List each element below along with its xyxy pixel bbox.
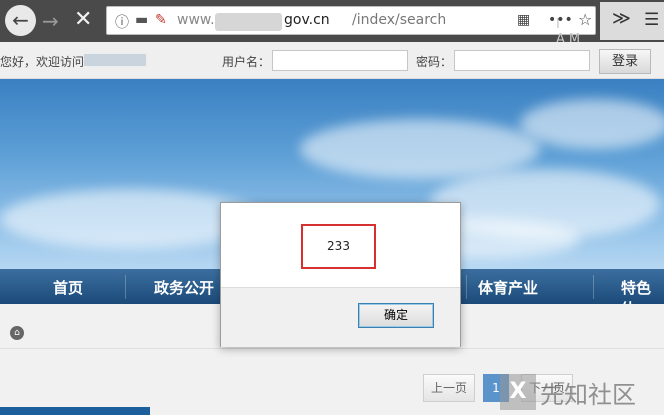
xianzhi-logo-icon: X bbox=[500, 374, 536, 410]
welcome-text: 您好，欢迎访问 bbox=[0, 55, 85, 69]
browser-toolbar: ← → ✕ ⓘ ▬ ✎ www. gov.cn /index/search I … bbox=[0, 0, 664, 62]
back-arrow-icon[interactable]: ← bbox=[5, 5, 36, 36]
nav-item-home[interactable]: 首页 bbox=[53, 277, 83, 298]
star-icon[interactable]: ☆ bbox=[578, 10, 592, 29]
stop-icon[interactable]: ✕ bbox=[74, 7, 92, 32]
reader-icon[interactable]: ▬ bbox=[135, 12, 148, 28]
password-input[interactable] bbox=[454, 50, 590, 71]
alert-message: 233 bbox=[301, 224, 376, 269]
site-topbar: 您好，欢迎访问 用户名： 密码： 登录 bbox=[0, 42, 664, 79]
url-host: gov.cn bbox=[284, 12, 330, 28]
divider bbox=[0, 348, 664, 349]
xianzhi-watermark-text: 先知社区 bbox=[540, 381, 636, 409]
footer-strip bbox=[0, 407, 150, 415]
username-input[interactable] bbox=[272, 50, 408, 71]
menu-icon[interactable]: ☰ bbox=[644, 10, 659, 30]
nav-item-government[interactable]: 政务公开 bbox=[154, 277, 214, 298]
tracking-icon[interactable]: ✎ bbox=[155, 12, 167, 28]
ok-button[interactable]: 确定 bbox=[358, 303, 434, 328]
url-prefix: www. bbox=[177, 12, 215, 28]
nav-item-sports-industry[interactable]: 体育产业 bbox=[478, 277, 538, 298]
url-path: /index/search bbox=[352, 12, 447, 28]
qr-code-icon[interactable]: ▦ bbox=[517, 12, 530, 28]
dialog-footer: 确定 bbox=[221, 287, 460, 347]
info-icon[interactable]: ⓘ bbox=[115, 12, 129, 32]
login-button[interactable]: 登录 bbox=[599, 49, 651, 74]
password-label: 密码： bbox=[416, 55, 453, 69]
prev-page-button[interactable]: 上一页 bbox=[423, 374, 475, 402]
forward-arrow-icon[interactable]: → bbox=[42, 9, 59, 33]
extension-icon[interactable]: ≫ bbox=[612, 8, 631, 29]
username-label: 用户名： bbox=[222, 55, 271, 69]
alert-dialog: 233 确定 bbox=[220, 202, 461, 347]
site-name-redacted bbox=[84, 54, 146, 66]
url-redacted bbox=[215, 13, 282, 31]
more-dots-icon[interactable]: ••• bbox=[548, 12, 573, 28]
address-bar[interactable]: ⓘ ▬ ✎ www. gov.cn /index/search I AM FR … bbox=[106, 6, 596, 62]
home-icon[interactable]: ⌂ bbox=[10, 326, 24, 340]
